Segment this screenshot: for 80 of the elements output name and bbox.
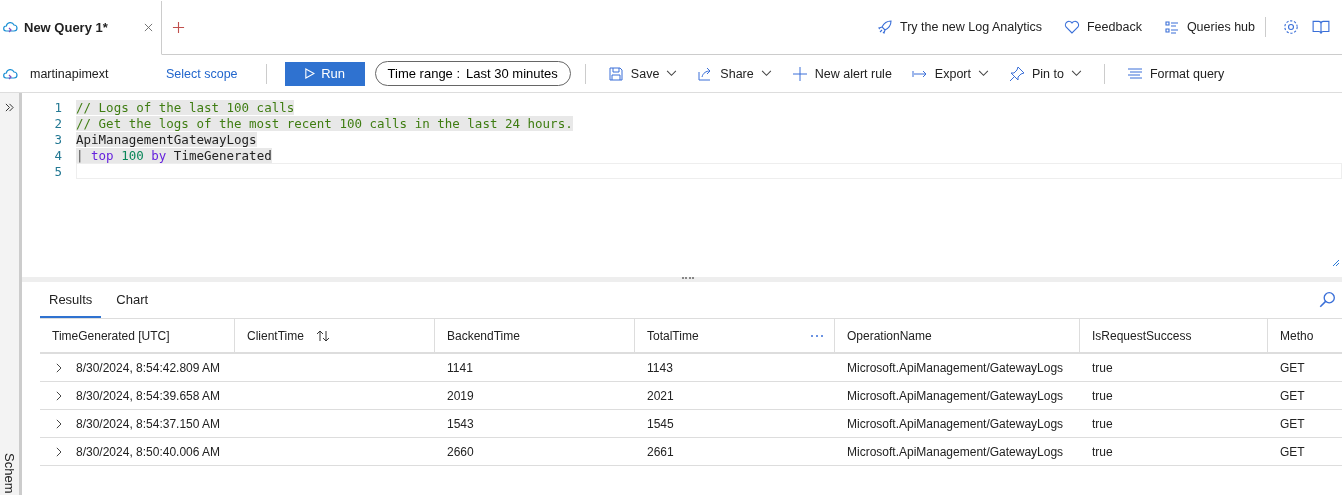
table-cell: 1141 (447, 360, 473, 375)
column-header[interactable]: OperationName (834, 319, 1079, 352)
table-cell: 1543 (447, 416, 474, 431)
scope-name: martinapimext (30, 66, 110, 81)
table-cell: 1545 (647, 416, 674, 431)
cloud-icon (2, 19, 18, 35)
time-range-button[interactable]: Time range : Last 30 minutes (374, 61, 571, 86)
table-cell: GET (1280, 360, 1305, 375)
header-link[interactable]: Queries hub (1163, 19, 1255, 35)
line-number: 3 (53, 131, 63, 147)
toolbar-button[interactable]: Format query (1118, 65, 1233, 82)
results-tab[interactable]: Results (40, 282, 102, 318)
column-header[interactable]: BackendTime (434, 319, 634, 352)
table-cell: 8/30/2024, 8:54:37.150 AM (76, 416, 221, 431)
sort-icon[interactable] (315, 329, 330, 342)
toolbar-button[interactable]: Pin to (1001, 65, 1090, 82)
table-cell: Microsoft.ApiManagement/GatewayLogs (847, 388, 1064, 403)
close-icon[interactable] (144, 22, 153, 32)
table-cell: GET (1280, 388, 1305, 403)
heart-icon[interactable] (1064, 19, 1080, 35)
table-cell: true (1092, 416, 1113, 431)
plus-icon (791, 65, 808, 82)
side-panel-label[interactable]: Schem (2, 452, 17, 493)
results-tab[interactable]: Chart (107, 282, 158, 318)
expand-row-icon[interactable] (55, 418, 62, 429)
more-icon[interactable] (810, 333, 824, 338)
chevron-icon (1070, 70, 1082, 77)
play-icon (304, 68, 316, 79)
rocket-icon[interactable] (877, 19, 893, 35)
column-header[interactable]: ClientTime (234, 319, 434, 352)
chevron-icon (978, 70, 989, 77)
book-icon[interactable] (1312, 18, 1330, 36)
toolbar-button[interactable]: Share (689, 65, 780, 82)
table-cell: true (1092, 388, 1113, 403)
toolbar-button[interactable]: Export (903, 65, 997, 82)
column-header[interactable]: TotalTime (634, 319, 834, 352)
table-cell: 8/30/2024, 8:54:39.658 AM (76, 388, 221, 403)
search-icon[interactable] (1318, 291, 1336, 309)
toolbar-button[interactable]: New alert rule (783, 65, 900, 82)
expand-row-icon[interactable] (55, 446, 62, 457)
toolbar-button[interactable]: Save (599, 65, 686, 82)
lines-icon (1126, 65, 1143, 82)
run-button[interactable]: Run (284, 61, 365, 86)
expand-row-icon[interactable] (55, 390, 62, 401)
table-cell: 8/30/2024, 8:54:42.809 AM (76, 360, 221, 375)
column-header[interactable]: TimeGenerated [UTC] (40, 319, 234, 352)
chevron-icon (666, 70, 678, 77)
table-cell: GET (1280, 444, 1305, 459)
line-number: 1 (53, 99, 63, 115)
code-editor[interactable]: 1 // Logs of the last 100 calls 2 // Get the logs of the most recent 100 calls in the last 24 hours. 3 ApiManagementGatewayLogs 4 | top 100 by TimeGenerated 5 (22, 93, 1342, 277)
expand-row-icon[interactable] (55, 362, 62, 373)
header-link[interactable]: Feedback (1064, 19, 1142, 35)
table-cell: 8/30/2024, 8:50:40.006 AM (76, 444, 221, 459)
line-number: 5 (53, 163, 63, 179)
column-header[interactable]: IsRequestSuccess (1079, 319, 1267, 352)
table-cell: 2660 (447, 444, 474, 459)
table-cell: Microsoft.ApiManagement/GatewayLogs (847, 360, 1064, 375)
table-cell: 1143 (647, 360, 673, 375)
save-icon (607, 65, 624, 82)
table-cell: 2661 (647, 444, 674, 459)
table-cell: Microsoft.ApiManagement/GatewayLogs (847, 416, 1064, 431)
select-scope-link[interactable]: Select scope (166, 66, 238, 81)
table-cell: Microsoft.ApiManagement/GatewayLogs (847, 444, 1064, 459)
add-tab-icon[interactable] (172, 20, 185, 34)
settings-icon[interactable] (1282, 18, 1300, 36)
resize-handle-icon[interactable] (1332, 259, 1340, 267)
column-header[interactable]: Metho (1267, 319, 1333, 352)
table-cell: GET (1280, 416, 1305, 431)
line-number: 4 (53, 147, 63, 163)
line-number: 2 (53, 115, 63, 131)
table-cell: 2021 (647, 388, 674, 403)
table-cell: true (1092, 360, 1113, 375)
table-cell: true (1092, 444, 1113, 459)
chevron-icon (760, 70, 772, 77)
list-icon[interactable] (1163, 19, 1180, 35)
header-link[interactable]: Try the new Log Analytics (877, 19, 1042, 35)
pin-icon (1009, 65, 1025, 82)
query-tab[interactable]: New Query 1* (0, 0, 162, 55)
expand-panel-icon[interactable] (5, 103, 14, 112)
table-cell: 2019 (447, 388, 474, 403)
